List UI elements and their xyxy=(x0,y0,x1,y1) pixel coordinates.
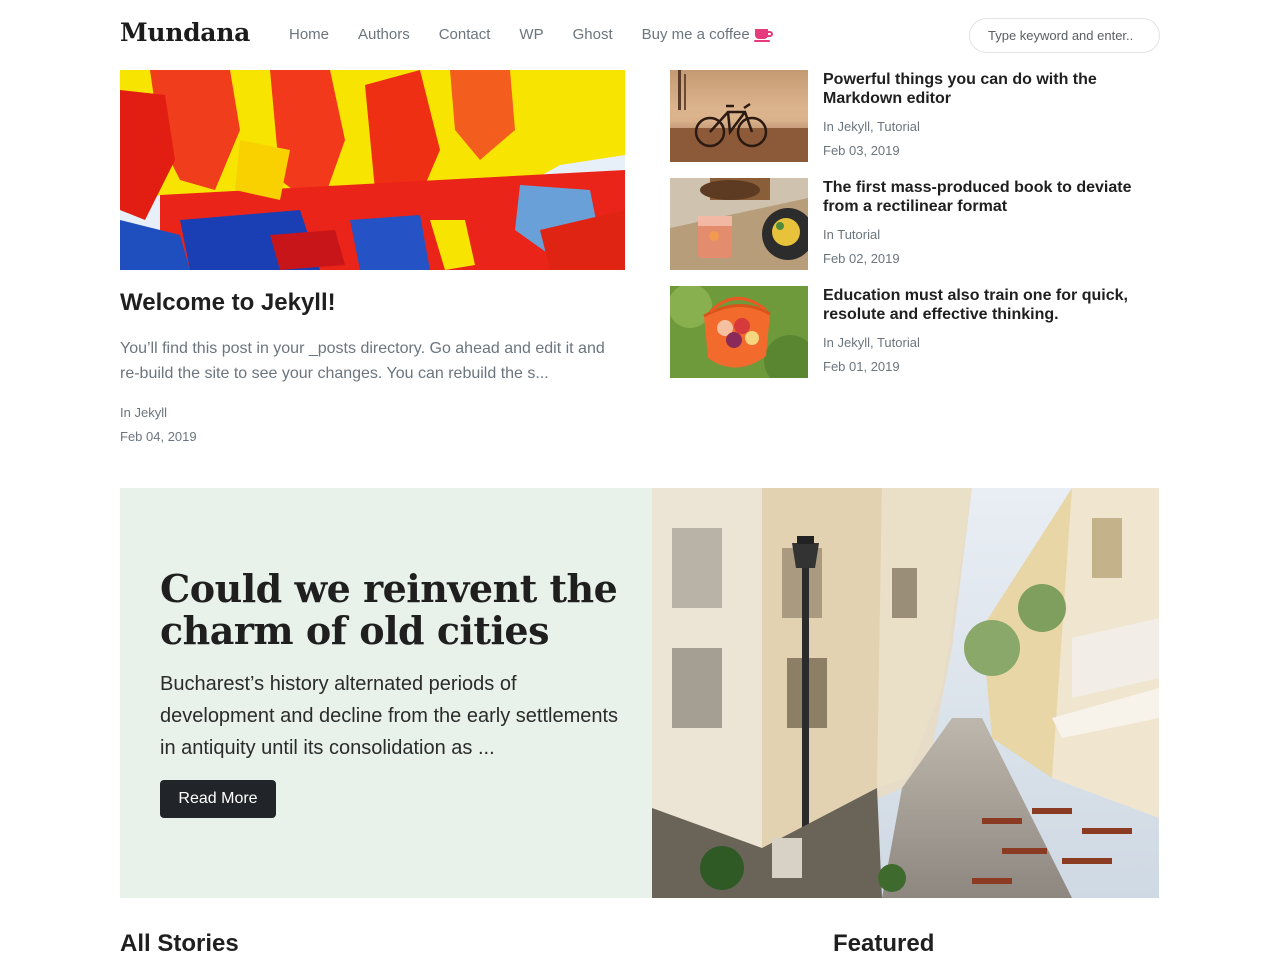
nav-ghost[interactable]: Ghost xyxy=(573,26,613,43)
nav-contact[interactable]: Contact xyxy=(439,26,491,43)
featured-heading: Featured xyxy=(833,930,935,957)
post-thumbnail[interactable] xyxy=(670,178,808,270)
post-category-link[interactable]: Jekyll, Tutorial xyxy=(837,119,919,134)
hero-post-date: Feb 04, 2019 xyxy=(120,429,197,444)
featured-banner: Could we reinvent the charm of old citie… xyxy=(120,488,1159,898)
post-date: Feb 03, 2019 xyxy=(823,143,900,158)
navbar: Mundana Home Authors Contact WP Ghost Bu… xyxy=(0,0,1280,70)
post-title[interactable]: The first mass-produced book to deviate … xyxy=(823,178,1153,216)
category-prefix: In xyxy=(120,405,131,420)
post-thumbnail[interactable] xyxy=(670,286,808,378)
list-item[interactable]: The first mass-produced book to deviate … xyxy=(670,178,1160,270)
hero-post-title[interactable]: Welcome to Jekyll! xyxy=(120,289,336,317)
post-date: Feb 01, 2019 xyxy=(823,359,900,374)
featured-banner-text: Bucharest’s history alternated periods o… xyxy=(160,673,619,759)
nav-authors[interactable]: Authors xyxy=(358,26,410,43)
category-prefix: In xyxy=(823,119,834,134)
hero-post-excerpt: You’ll find this post in your _posts dir… xyxy=(120,340,605,382)
featured-banner-image[interactable] xyxy=(652,488,1159,898)
post-title[interactable]: Powerful things you can do with the Mark… xyxy=(823,70,1153,108)
post-title[interactable]: Education must also train one for quick,… xyxy=(823,286,1153,324)
category-prefix: In xyxy=(823,227,834,242)
all-stories-heading: All Stories xyxy=(120,930,239,957)
search-input[interactable] xyxy=(969,18,1160,53)
featured-banner-title[interactable]: Could we reinvent the charm of old citie… xyxy=(160,568,630,652)
nav-home[interactable]: Home xyxy=(289,26,329,43)
post-category-link[interactable]: Tutorial xyxy=(837,227,880,242)
read-more-button[interactable]: Read More xyxy=(160,780,276,818)
post-category-link[interactable]: Jekyll, Tutorial xyxy=(837,335,919,350)
post-category: In Jekyll, Tutorial xyxy=(823,335,920,350)
hero-post-image[interactable] xyxy=(120,70,625,270)
post-thumbnail[interactable] xyxy=(670,70,808,162)
post-category: In Jekyll, Tutorial xyxy=(823,119,920,134)
hero-post-category: In Jekyll xyxy=(120,405,167,420)
coffee-cup-icon xyxy=(753,27,773,43)
main-nav: Home Authors Contact WP Ghost Buy me a c… xyxy=(289,26,773,43)
site-logo[interactable]: Mundana xyxy=(120,18,250,47)
post-category: In Tutorial xyxy=(823,227,880,242)
nav-buy-coffee-label: Buy me a coffee xyxy=(641,26,750,43)
hero-post-category-link[interactable]: Jekyll xyxy=(134,405,167,420)
list-item[interactable]: Powerful things you can do with the Mark… xyxy=(670,70,1160,162)
category-prefix: In xyxy=(823,335,834,350)
post-date: Feb 02, 2019 xyxy=(823,251,900,266)
nav-wp[interactable]: WP xyxy=(519,26,543,43)
nav-buy-coffee[interactable]: Buy me a coffee xyxy=(642,26,773,43)
list-item[interactable]: Education must also train one for quick,… xyxy=(670,286,1160,378)
